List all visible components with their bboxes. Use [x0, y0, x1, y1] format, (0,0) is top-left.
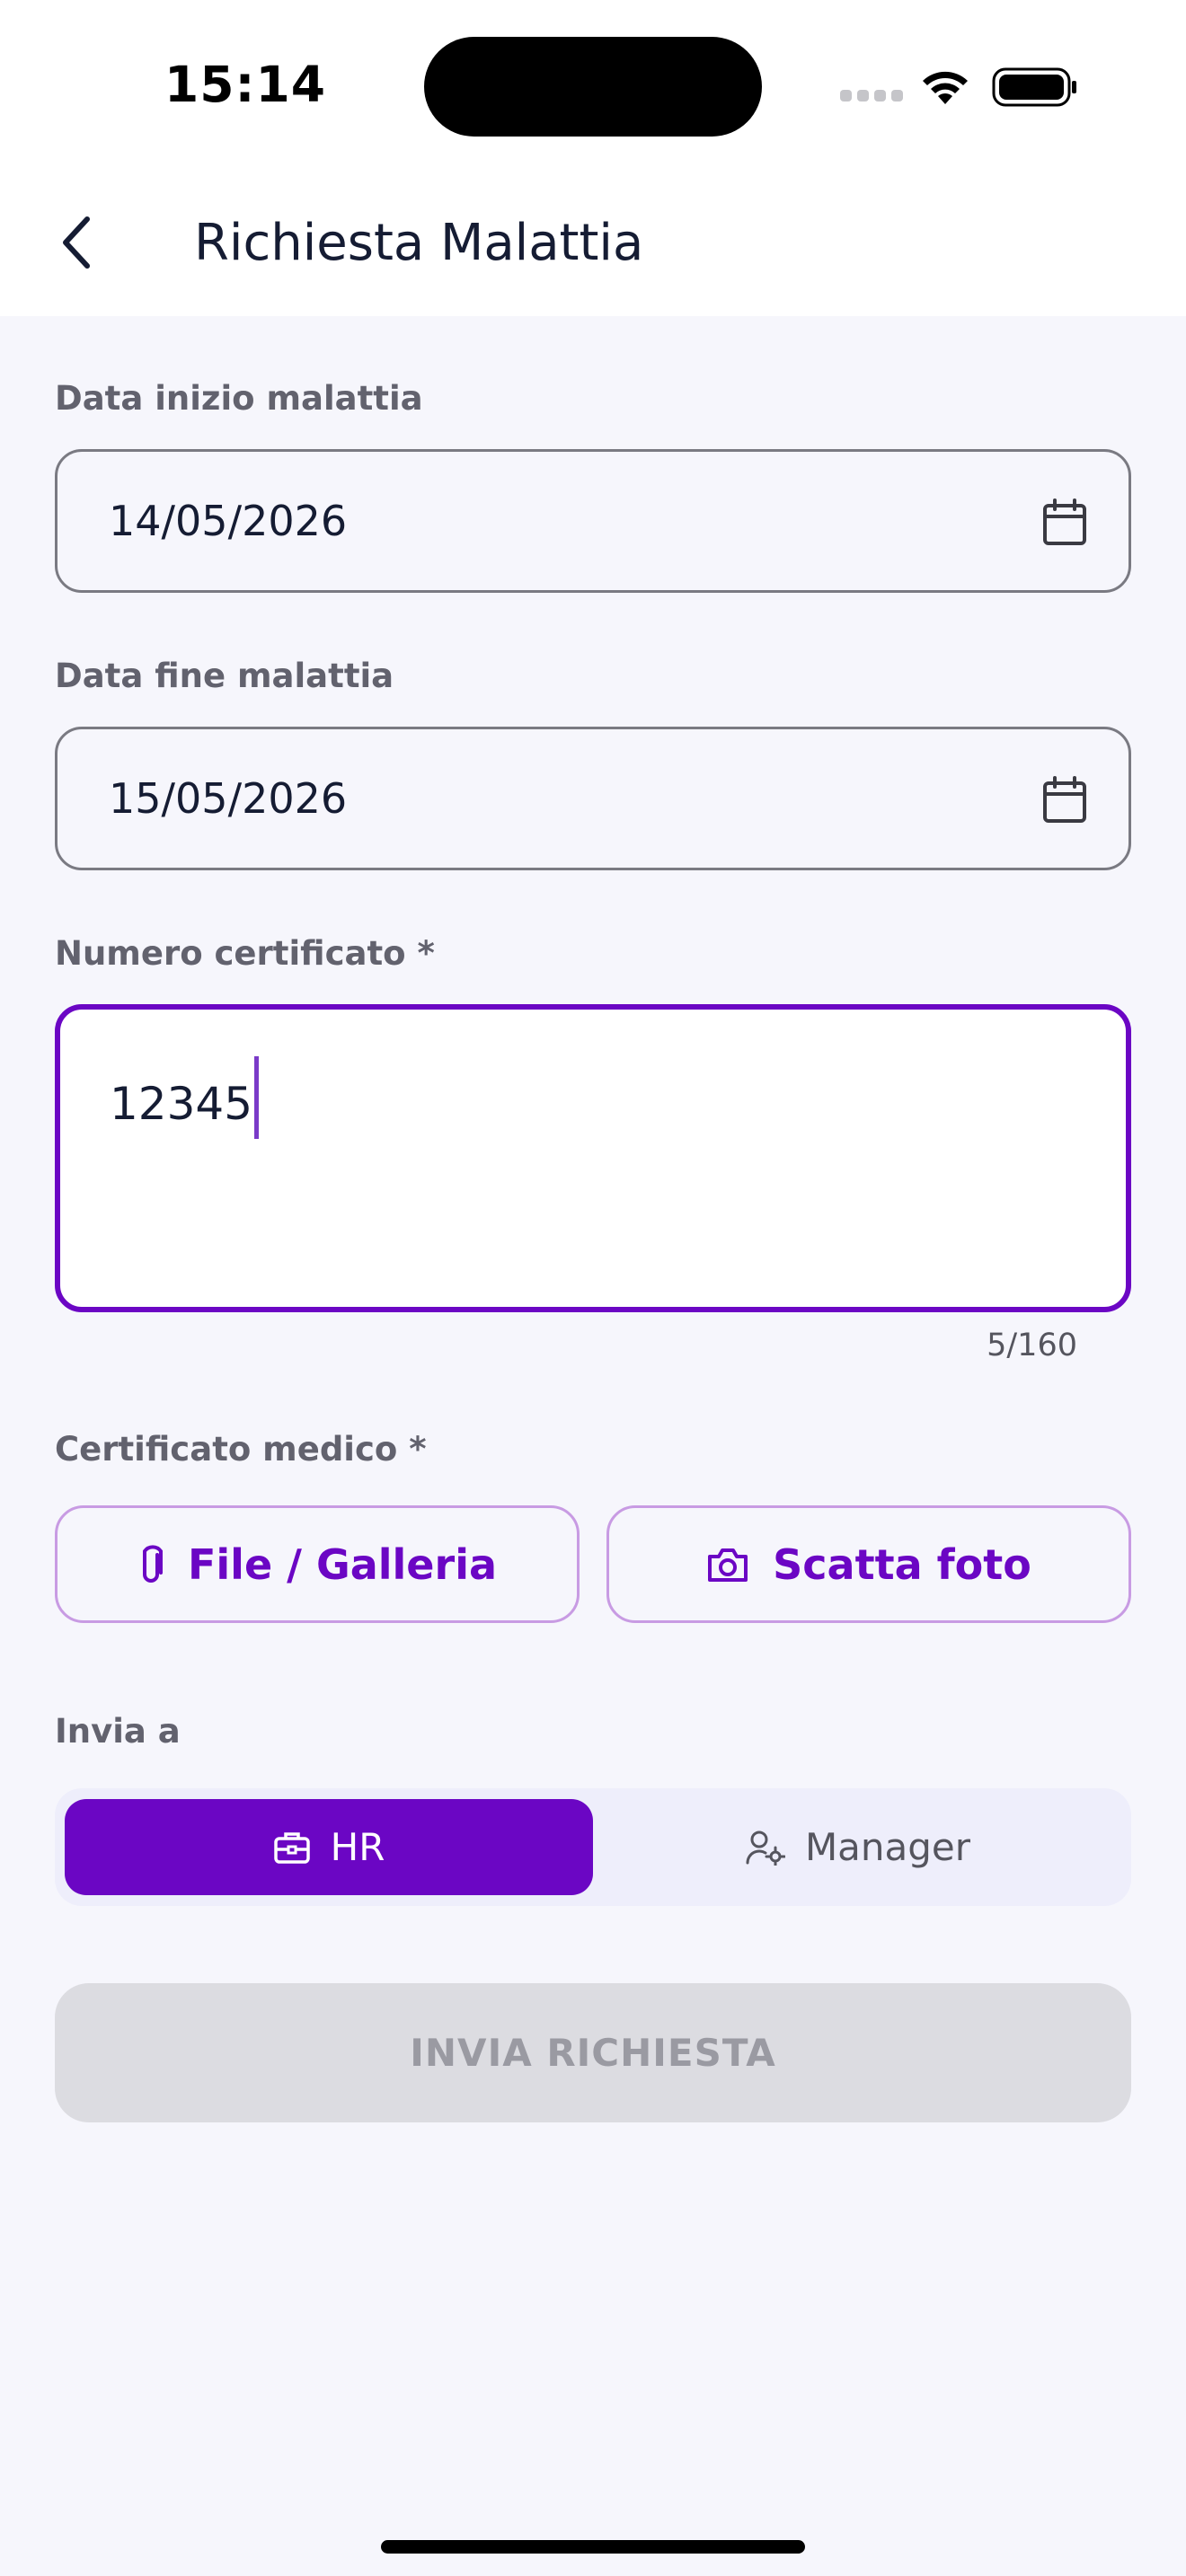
page-title: Richiesta Malattia: [194, 214, 644, 272]
signal-dots-icon: [840, 90, 903, 101]
file-gallery-button[interactable]: File / Galleria: [55, 1505, 580, 1623]
start-date-label: Data inizio malattia: [55, 379, 423, 418]
home-indicator: [381, 2540, 805, 2554]
app-header: Richiesta Malattia: [0, 180, 1186, 316]
battery-full-icon: [992, 67, 1076, 107]
take-photo-label: Scatta foto: [773, 1539, 1031, 1589]
submit-request-button[interactable]: INVIA RICHIESTA: [55, 1983, 1131, 2122]
end-date-field[interactable]: 15/05/2026: [55, 727, 1131, 870]
wifi-icon: [923, 71, 968, 104]
certificate-number-value: 12345: [110, 1078, 253, 1130]
certificate-number-input[interactable]: 12345: [55, 1004, 1131, 1312]
char-counter: 5/160: [987, 1328, 1077, 1363]
send-to-label: Invia a: [55, 1712, 181, 1751]
calendar-icon[interactable]: [1041, 776, 1088, 825]
calendar-icon[interactable]: [1041, 498, 1088, 547]
start-date-field[interactable]: 14/05/2026: [55, 449, 1131, 593]
dynamic-island: [424, 37, 762, 137]
take-photo-button[interactable]: Scatta foto: [606, 1505, 1131, 1623]
segment-hr[interactable]: HR: [65, 1799, 593, 1895]
camera-icon: [708, 1548, 748, 1582]
paperclip-icon: [142, 1544, 163, 1583]
back-button[interactable]: [45, 207, 108, 278]
end-date-label: Data fine malattia: [55, 657, 394, 695]
send-to-selector: HR Manager: [55, 1788, 1131, 1906]
certificate-number-label: Numero certificato *: [55, 934, 435, 973]
text-caret: [254, 1056, 260, 1139]
segment-hr-label: HR: [330, 1825, 385, 1869]
chevron-left-icon: [63, 216, 90, 269]
start-date-value: 14/05/2026: [109, 497, 348, 545]
status-time: 15:14: [164, 56, 327, 113]
certificate-number-value-wrap: 12345: [110, 1056, 260, 1139]
segment-manager[interactable]: Manager: [594, 1799, 1122, 1895]
status-bar: 15:14: [0, 0, 1186, 180]
end-date-value: 15/05/2026: [109, 774, 348, 823]
user-gear-icon: [746, 1831, 785, 1866]
file-gallery-label: File / Galleria: [187, 1539, 497, 1589]
medical-certificate-label: Certificato medico *: [55, 1430, 427, 1469]
segment-manager-label: Manager: [804, 1825, 971, 1869]
briefcase-icon: [273, 1831, 310, 1864]
